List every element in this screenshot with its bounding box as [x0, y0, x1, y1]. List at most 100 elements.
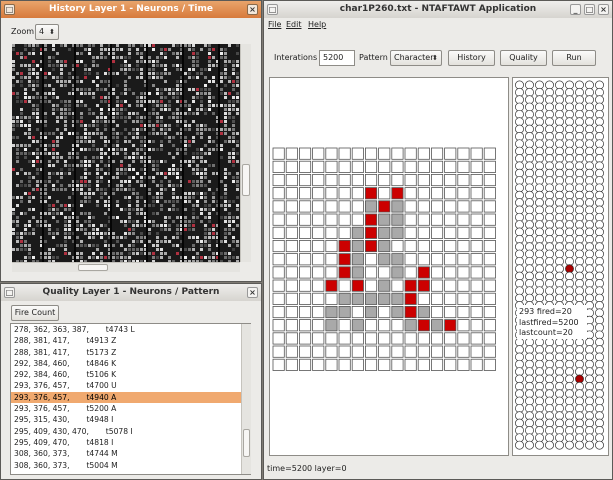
heatmap-cell: [68, 196, 71, 199]
pattern-cell: [391, 345, 404, 358]
history-vscrollbar[interactable]: [240, 44, 251, 262]
quality-button[interactable]: Quality: [500, 50, 547, 66]
pattern-cell: [298, 345, 312, 358]
list-item[interactable]: 295, 409, 470, t4818 I: [11, 437, 250, 448]
heatmap-cell: [200, 92, 203, 95]
heatmap-cell: [36, 120, 39, 123]
heatmap-cell: [164, 52, 167, 55]
pattern-cell: [298, 305, 312, 319]
pattern-select[interactable]: Character ⬍: [390, 50, 442, 66]
heatmap-cell: [16, 92, 19, 95]
neuron-dot: [595, 315, 604, 325]
iterations-input[interactable]: 5200: [319, 50, 355, 66]
list-item[interactable]: 295, 409, 430, 470, t5078 I: [11, 426, 250, 437]
list-item[interactable]: 293, 376, 457, t5200 A: [11, 403, 250, 414]
heatmap-cell: [60, 108, 63, 111]
heatmap-cell: [32, 232, 35, 235]
history-hscrollbar[interactable]: [12, 262, 240, 272]
list-item[interactable]: 293, 376, 457, t4700 U: [11, 380, 250, 391]
heatmap-cell: [188, 44, 191, 47]
pattern-cell: [417, 305, 430, 319]
pattern-cell: [444, 147, 457, 160]
zoom-label: Zoom: [11, 27, 35, 36]
heatmap-cell: [96, 188, 99, 191]
neuron-dot: [545, 190, 554, 200]
neuron-dot: [565, 293, 574, 303]
heatmap-cell: [80, 204, 83, 207]
heatmap-cell: [12, 124, 15, 127]
history-button[interactable]: History: [448, 50, 495, 66]
neuron-dot: [575, 403, 584, 413]
heatmap-cell: [152, 76, 155, 79]
heatmap-cell: [48, 152, 51, 155]
menu-edit[interactable]: Edit: [286, 19, 302, 31]
pattern-cell: [404, 253, 417, 266]
zoom-spinner[interactable]: 4 ⬍: [35, 24, 59, 40]
heatmap-cell: [236, 180, 239, 183]
minimize-icon[interactable]: _: [570, 4, 581, 15]
list-item[interactable]: 292, 384, 460, t5106 K: [11, 369, 250, 380]
main-titlebar[interactable]: □ char1P260.txt - NTAFTAWT Application _…: [264, 1, 612, 18]
quality-list[interactable]: 278, 362, 363, 387, t4743 L 288, 381, 417…: [10, 323, 251, 475]
window-menu-icon[interactable]: □: [4, 4, 15, 15]
main-window: □ char1P260.txt - NTAFTAWT Application _…: [263, 0, 613, 480]
history-hscroll-thumb[interactable]: [78, 264, 108, 271]
close-icon[interactable]: ×: [598, 4, 609, 15]
heatmap-cell: [188, 164, 191, 167]
fire-count-button[interactable]: Fire Count: [11, 305, 59, 321]
heatmap-cell: [92, 56, 95, 59]
window-menu-icon[interactable]: □: [4, 287, 15, 298]
quality-titlebar[interactable]: □ Quality Layer 1 - Neurons / Pattern ×: [1, 284, 261, 301]
list-item[interactable]: 288, 381, 417, t5173 Z: [11, 347, 250, 358]
pattern-cell: [338, 200, 351, 213]
heatmap-cell: [124, 128, 127, 131]
heatmap-cell: [156, 212, 159, 215]
quality-vscroll-thumb[interactable]: [243, 429, 250, 457]
heatmap-cell: [48, 204, 51, 207]
heatmap-cell: [84, 68, 87, 71]
menu-help[interactable]: Help: [308, 19, 326, 31]
pattern-cell: [325, 160, 338, 173]
pattern-cell: [378, 174, 391, 187]
window-menu-icon[interactable]: □: [267, 4, 278, 15]
quality-vscrollbar[interactable]: [241, 324, 251, 474]
heatmap-cell: [88, 92, 91, 95]
close-icon[interactable]: ×: [247, 287, 258, 298]
heatmap-cell: [140, 72, 143, 75]
neuron-dot: [545, 403, 554, 413]
list-item[interactable]: 288, 381, 417, t4913 Z: [11, 335, 250, 346]
heatmap-cell: [204, 172, 207, 175]
heatmap-cell: [44, 212, 47, 215]
pattern-cell: [470, 279, 483, 292]
history-vscroll-thumb[interactable]: [242, 164, 250, 196]
heatmap-cell: [160, 48, 163, 51]
list-item[interactable]: 308, 360, 373, t4744 M: [11, 448, 250, 459]
spinner-arrows-icon[interactable]: ⬍: [49, 25, 55, 39]
list-item[interactable]: 308, 360, 373, t5004 M: [11, 460, 250, 471]
heatmap-cell: [176, 176, 179, 179]
heatmap-cell: [116, 176, 119, 179]
heatmap-cell: [68, 112, 71, 115]
heatmap-cell: [196, 148, 199, 151]
heatmap-cell: [228, 228, 231, 231]
run-button[interactable]: Run: [552, 50, 596, 66]
neuron-dot: [595, 367, 604, 377]
pattern-cell: [325, 358, 338, 371]
history-titlebar[interactable]: □ History Layer 1 - Neurons / Time ×: [1, 1, 261, 18]
heatmap-cell: [116, 100, 119, 103]
close-icon[interactable]: ×: [247, 4, 258, 15]
list-item[interactable]: 278, 362, 363, 387, t4743 L: [11, 324, 250, 335]
heatmap-cell: [68, 216, 71, 219]
maximize-icon[interactable]: □: [584, 4, 595, 15]
list-item[interactable]: 295, 315, 430, t4948 I: [11, 414, 250, 425]
neuron-dot: [525, 403, 534, 413]
menu-file[interactable]: File: [268, 19, 281, 31]
pattern-cell: [457, 187, 470, 200]
heatmap-cell: [188, 236, 191, 239]
pattern-cell: [483, 292, 496, 305]
list-item[interactable]: 292, 384, 460, t4846 K: [11, 358, 250, 369]
neuron-dot: [525, 190, 534, 200]
neuron-dot: [565, 102, 574, 112]
list-item[interactable]: 293, 376, 457, t4940 A: [11, 391, 250, 404]
heatmap-cell: [20, 196, 23, 199]
